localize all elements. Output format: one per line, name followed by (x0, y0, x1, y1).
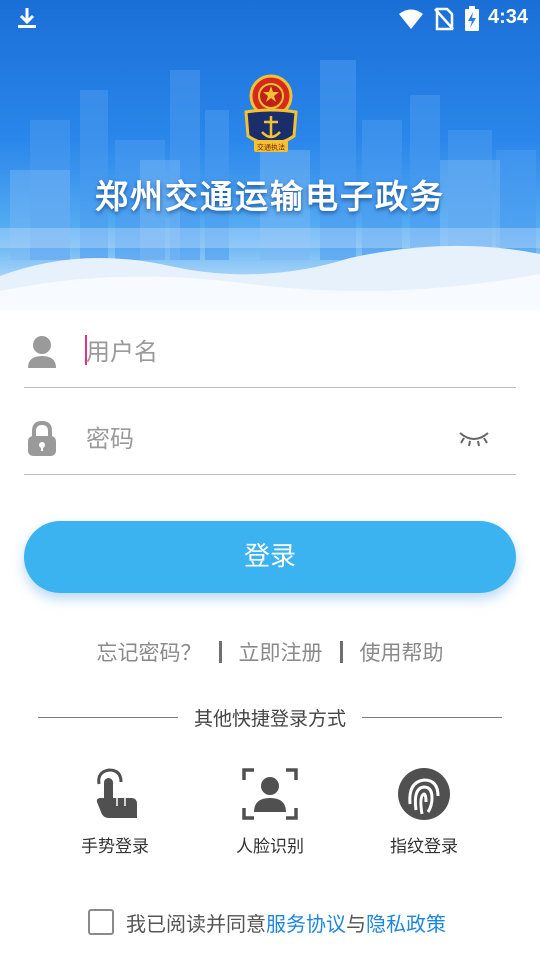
fingerprint-icon (398, 768, 450, 820)
password-input[interactable] (86, 417, 446, 461)
login-button[interactable]: 登录 (24, 521, 516, 593)
privacy-policy-link[interactable]: 隐私政策 (366, 908, 446, 937)
wifi-icon (399, 9, 423, 29)
link-separator (339, 641, 343, 663)
gesture-login-label: 手势登录 (81, 837, 149, 857)
agreement-text: 我已阅读并同意 (126, 911, 266, 936)
hero-banner: 4:34 交通执法 郑州交通运输电子政务 (0, 0, 540, 310)
app-title: 郑州交通运输电子政务 (95, 177, 445, 216)
login-screen: 4:34 交通执法 郑州交通运输电子政务 用户名 登录 忘记密码？ 立即注册 使… (0, 0, 540, 960)
hero-wave-decoration (0, 245, 540, 310)
gesture-login-option[interactable]: 手势登录 (55, 766, 175, 857)
agreement-checkbox[interactable] (88, 909, 114, 935)
gesture-icon (96, 768, 137, 818)
fingerprint-login-option[interactable]: 指纹登录 (364, 766, 484, 857)
status-bar: 4:34 (0, 0, 540, 36)
face-login-option[interactable]: 人脸识别 (210, 766, 330, 857)
forgot-password-link[interactable]: 忘记密码？ (97, 637, 202, 667)
register-link[interactable]: 立即注册 (239, 637, 323, 667)
eye-closed-icon[interactable] (458, 429, 490, 449)
face-recognition-icon (242, 768, 298, 820)
emblem-text: 交通执法 (257, 143, 285, 152)
divider-line (362, 716, 503, 718)
auth-links: 忘记密码？ 立即注册 使用帮助 (0, 636, 540, 668)
agreement-joiner: 与 (346, 911, 366, 936)
status-icons (398, 6, 480, 32)
status-time: 4:34 (487, 6, 528, 28)
quick-login-divider: 其他快捷登录方式 (38, 704, 503, 730)
face-login-label: 人脸识别 (236, 837, 304, 857)
password-field[interactable] (24, 405, 516, 475)
fingerprint-login-label: 指纹登录 (390, 837, 458, 857)
divider-line (38, 716, 178, 718)
user-icon (28, 336, 56, 368)
service-agreement-link[interactable]: 服务协议 (266, 908, 346, 937)
download-icon (18, 8, 36, 28)
agreement-row: 我已阅读并同意 服务协议 与 隐私政策 (88, 906, 446, 938)
link-separator (218, 641, 222, 663)
no-sim-icon (434, 7, 454, 31)
quick-login-heading: 其他快捷登录方式 (194, 707, 347, 730)
username-field[interactable] (24, 318, 516, 388)
battery-charging-icon (465, 6, 479, 31)
help-link[interactable]: 使用帮助 (360, 637, 444, 667)
traffic-enforcement-emblem-icon: 交通执法 (244, 74, 298, 152)
username-input[interactable] (86, 330, 446, 374)
lock-icon (28, 421, 56, 456)
